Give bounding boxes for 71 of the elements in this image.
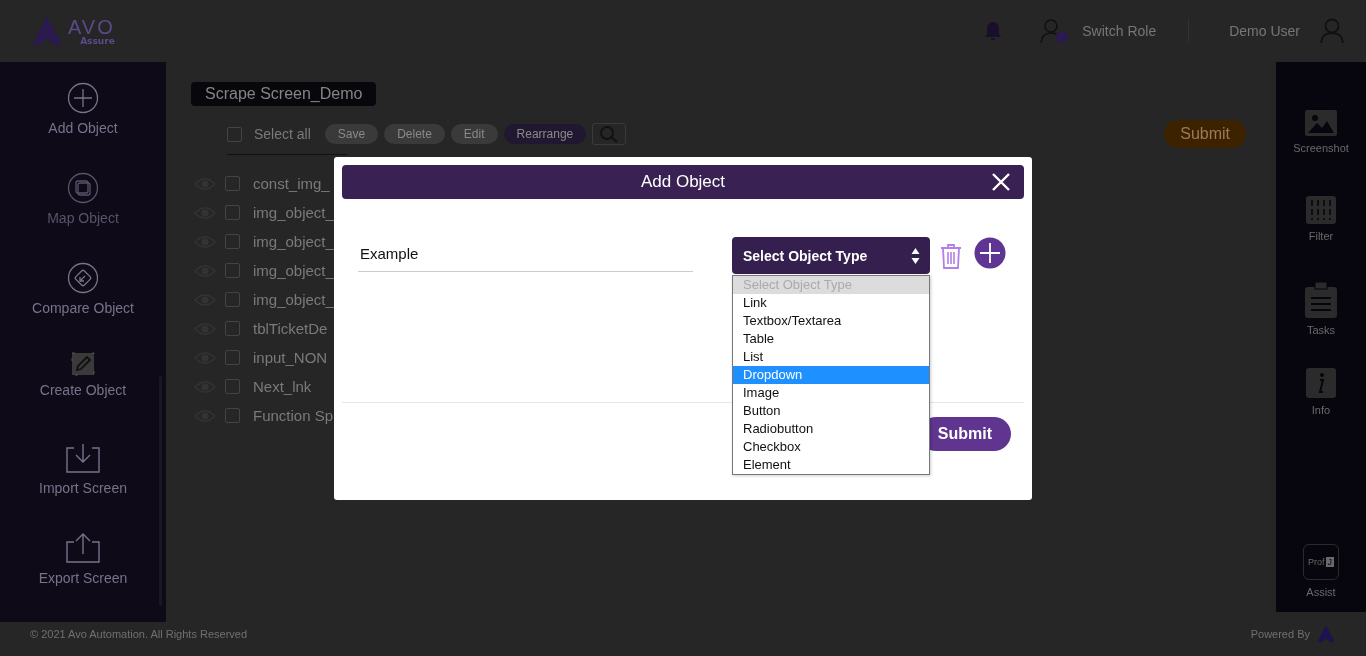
search-button[interactable] xyxy=(592,123,627,145)
screen-title: Scrape Screen_Demo xyxy=(191,82,377,106)
object-name: const_img_ xyxy=(253,175,330,192)
object-checkbox[interactable] xyxy=(225,350,240,365)
dropdown-option[interactable]: List xyxy=(733,348,929,366)
select-all-checkbox[interactable] xyxy=(227,126,242,142)
filter-sliders-icon[interactable] xyxy=(1306,196,1336,224)
switch-role-link[interactable]: Switch Role xyxy=(1082,23,1157,39)
sidebar-item-label[interactable]: Assist xyxy=(1306,586,1336,598)
bell-icon[interactable] xyxy=(984,21,1003,41)
plus-circle-icon[interactable] xyxy=(67,82,99,114)
logo-icon xyxy=(30,14,64,48)
compare-circle-icon[interactable] xyxy=(67,262,99,294)
copyright-text: © 2021 Avo Automation. All Rights Reserved xyxy=(30,628,248,640)
toolbar-button[interactable]: Edit xyxy=(450,124,498,144)
object-checkbox[interactable] xyxy=(225,321,240,336)
toolbar-button[interactable]: Save xyxy=(324,124,379,144)
object-name: img_object_ xyxy=(253,291,334,308)
dialog-title: Add Object xyxy=(640,172,726,192)
object-name: img_object_ xyxy=(253,262,334,279)
object-type-select[interactable]: Select Object Type xyxy=(732,237,930,274)
trash-icon[interactable] xyxy=(940,243,962,269)
sort-arrows-icon xyxy=(911,246,920,265)
add-circle-icon[interactable] xyxy=(974,237,1006,269)
logo-icon xyxy=(1316,625,1336,643)
object-checkbox[interactable] xyxy=(225,408,240,423)
export-tray-icon[interactable] xyxy=(64,532,102,564)
user-name: Demo User xyxy=(1229,23,1300,39)
sidebar-item-label[interactable]: Info xyxy=(1311,404,1331,416)
object-checkbox[interactable] xyxy=(225,263,240,278)
image-icon[interactable] xyxy=(1305,110,1337,136)
assist-badge[interactable]: Prof J xyxy=(1303,544,1339,580)
info-icon[interactable] xyxy=(1306,368,1336,398)
object-checkbox[interactable] xyxy=(225,292,240,307)
object-name: input_NON xyxy=(253,349,328,366)
dropdown-option[interactable]: Table xyxy=(733,330,929,348)
dropdown-option[interactable]: Image xyxy=(733,384,929,402)
sidebar-item-label[interactable]: Screenshot xyxy=(1293,142,1349,154)
dropdown-option[interactable]: Button xyxy=(733,402,929,420)
sidebar-item-label[interactable]: Tasks xyxy=(1306,324,1336,336)
logo-text: AVO xyxy=(68,16,115,37)
sidebar-item-label[interactable]: Create Object xyxy=(39,382,127,398)
object-checkbox[interactable] xyxy=(225,205,240,220)
submit-button[interactable]: Submit xyxy=(1164,120,1246,148)
object-checkbox[interactable] xyxy=(225,234,240,249)
sidebar-item-label[interactable]: Add Object xyxy=(48,120,118,136)
object-name: Function Sp xyxy=(253,407,334,424)
clipboard-icon[interactable] xyxy=(1305,282,1337,318)
edit-square-icon[interactable] xyxy=(71,352,95,376)
object-checkbox[interactable] xyxy=(225,379,240,394)
close-icon[interactable] xyxy=(992,173,1010,191)
toolbar-button[interactable]: Delete xyxy=(384,124,445,144)
switch-role-icon[interactable] xyxy=(1040,18,1071,44)
object-name: img_object_ xyxy=(253,233,334,250)
select-all-label: Select all xyxy=(254,126,311,142)
object-name: img_object_ xyxy=(253,204,334,221)
import-tray-icon[interactable] xyxy=(64,442,102,474)
dropdown-option[interactable]: Element xyxy=(733,456,929,474)
logo-subtext: Assure xyxy=(80,36,115,46)
toolbar-button[interactable]: Rearrange xyxy=(503,124,587,144)
sidebar-item-label[interactable]: Compare Object xyxy=(32,300,134,316)
dropdown-option[interactable]: Dropdown xyxy=(733,366,929,384)
sidebar-item-label[interactable]: Import Screen xyxy=(39,480,127,496)
dropdown-option[interactable]: Textbox/Textarea xyxy=(733,312,929,330)
sidebar-item-label[interactable]: Export Screen xyxy=(38,570,128,586)
sidebar-item-label[interactable]: Filter xyxy=(1308,230,1334,242)
object-name: tblTicketDe xyxy=(253,320,328,337)
object-checkbox[interactable] xyxy=(225,176,240,191)
powered-by-text: Powered By xyxy=(1250,628,1310,640)
object-name: Next_lnk xyxy=(253,378,312,395)
dropdown-option[interactable]: Link xyxy=(733,294,929,312)
